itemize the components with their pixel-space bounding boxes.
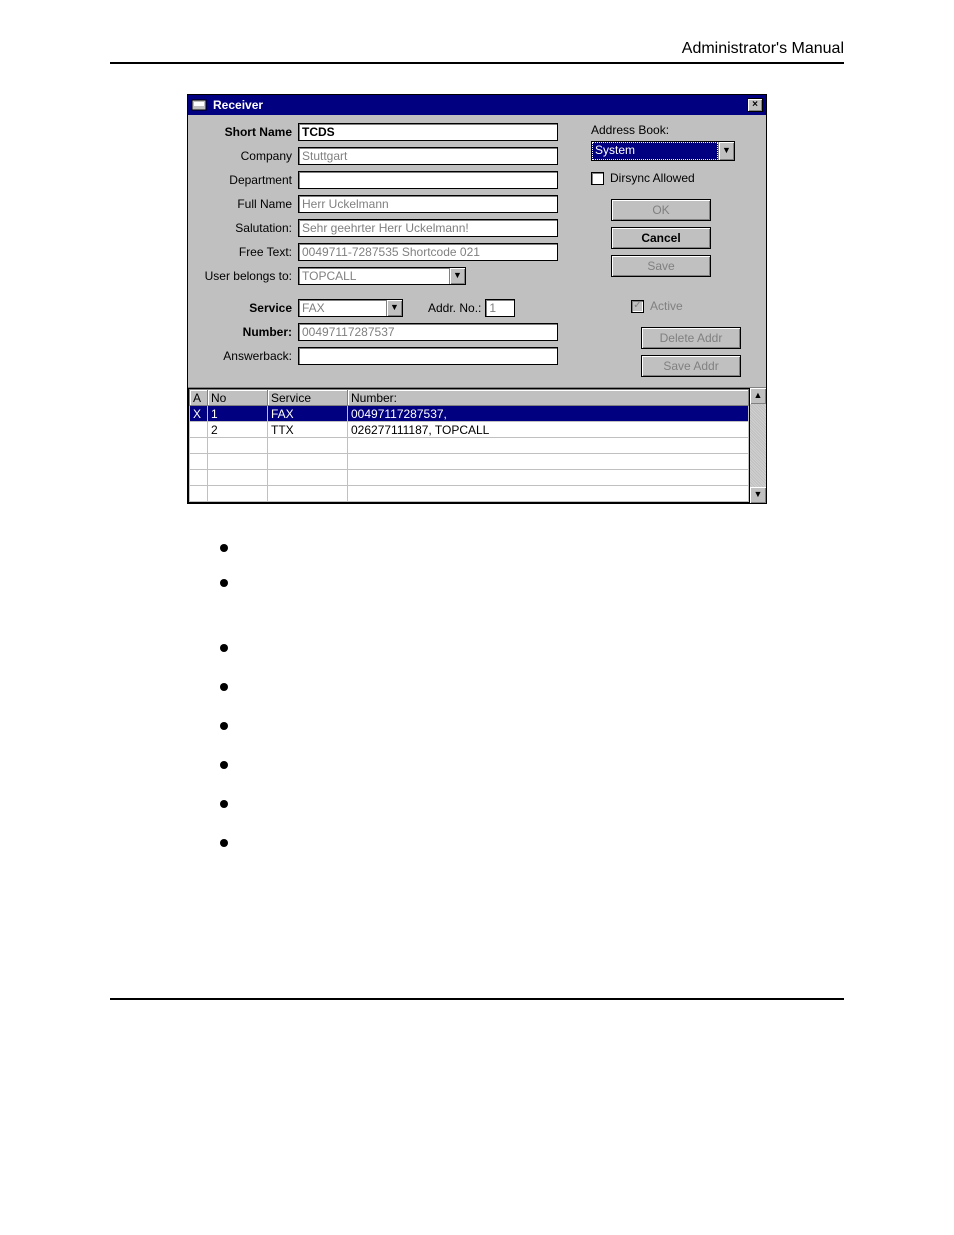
user-belongs-to-select[interactable]: TOPCALL ▼ (298, 267, 466, 285)
table-row[interactable] (190, 438, 749, 454)
dialog-title: Receiver (213, 98, 747, 112)
company-field[interactable]: Stuttgart (298, 147, 558, 165)
grid-cell (348, 470, 749, 486)
grid-cell (348, 454, 749, 470)
service-select[interactable]: FAX ▼ (298, 299, 403, 317)
salutation-field[interactable]: Sehr geehrter Herr Uckelmann! (298, 219, 558, 237)
label-dirsync: Dirsync Allowed (610, 171, 695, 185)
grid-scrollbar[interactable]: ▲ ▼ (750, 388, 766, 503)
save-button[interactable]: Save (611, 255, 711, 277)
bullet-icon (220, 722, 228, 730)
cancel-button[interactable]: Cancel (611, 227, 711, 249)
free-text-field[interactable]: 0049711-7287535 Shortcode 021 (298, 243, 558, 261)
grid-cell (348, 486, 749, 502)
delete-addr-button[interactable]: Delete Addr (641, 327, 741, 349)
grid-cell (190, 438, 208, 454)
titlebar: Receiver × (188, 95, 766, 115)
label-service: Service (196, 301, 292, 315)
label-full-name: Full Name (196, 197, 292, 211)
table-row[interactable]: 2TTX026277111187, TOPCALL (190, 422, 749, 438)
grid-cell (268, 486, 348, 502)
grid-cell (208, 470, 268, 486)
grid-cell (268, 438, 348, 454)
label-short-name: Short Name (196, 125, 292, 139)
grid-cell (208, 454, 268, 470)
bullet-list-2 (220, 644, 844, 878)
dropdown-arrow-icon: ▼ (449, 268, 465, 284)
answerback-field[interactable] (298, 347, 558, 365)
label-department: Department (196, 173, 292, 187)
dropdown-arrow-icon: ▼ (386, 300, 402, 316)
label-number: Number: (196, 325, 292, 339)
grid-cell (190, 486, 208, 502)
close-icon[interactable]: × (747, 98, 763, 112)
bullet-icon (220, 544, 228, 552)
grid-cell: 2 (208, 422, 268, 438)
grid-cell (190, 454, 208, 470)
label-active: Active (650, 299, 683, 313)
bullet-list-1 (220, 544, 844, 614)
ok-button[interactable]: OK (611, 199, 711, 221)
full-name-field[interactable]: Herr Uckelmann (298, 195, 558, 213)
grid-header-no[interactable]: No (208, 390, 268, 406)
address-grid[interactable]: A No Service Number: X1FAX00497117287537… (188, 387, 766, 503)
grid-cell (208, 438, 268, 454)
save-addr-button[interactable]: Save Addr (641, 355, 741, 377)
label-salutation: Salutation: (196, 221, 292, 235)
dirsync-checkbox[interactable] (591, 172, 604, 185)
grid-cell: FAX (268, 406, 348, 422)
grid-header-number[interactable]: Number: (348, 390, 749, 406)
grid-cell (190, 470, 208, 486)
grid-header-service[interactable]: Service (268, 390, 348, 406)
scroll-track[interactable] (750, 404, 766, 487)
user-belongs-to-value: TOPCALL (299, 268, 449, 284)
grid-cell: 1 (208, 406, 268, 422)
grid-cell: 00497117287537, (348, 406, 749, 422)
number-field[interactable]: 00497117287537 (298, 323, 558, 341)
bullet-icon (220, 839, 228, 847)
department-field[interactable] (298, 171, 558, 189)
grid-cell: 026277111187, TOPCALL (348, 422, 749, 438)
grid-cell (190, 422, 208, 438)
service-value: FAX (299, 300, 386, 316)
footer-divider (110, 998, 844, 1000)
scroll-up-icon[interactable]: ▲ (750, 388, 766, 404)
active-checkbox: ✓ (631, 300, 644, 313)
receiver-dialog: Receiver × Short Name TCDS Company Stutt… (187, 94, 767, 504)
grid-cell (268, 454, 348, 470)
address-book-value: System (592, 142, 718, 160)
bullet-icon (220, 683, 228, 691)
grid-cell: X (190, 406, 208, 422)
app-icon (191, 97, 207, 113)
label-answerback: Answerback: (196, 349, 292, 363)
label-company: Company (196, 149, 292, 163)
label-addr-no: Addr. No.: (428, 301, 481, 315)
label-user-belongs-to: User belongs to: (196, 269, 292, 283)
table-row[interactable] (190, 454, 749, 470)
grid-cell (208, 486, 268, 502)
bullet-icon (220, 761, 228, 769)
address-book-select[interactable]: System ▼ (591, 141, 735, 161)
table-row[interactable] (190, 486, 749, 502)
grid-cell (268, 470, 348, 486)
bullet-icon (220, 644, 228, 652)
label-free-text: Free Text: (196, 245, 292, 259)
addr-no-field[interactable]: 1 (485, 299, 515, 317)
dropdown-arrow-icon: ▼ (718, 142, 734, 160)
bullet-icon (220, 800, 228, 808)
bullet-icon (220, 579, 228, 587)
grid-cell: TTX (268, 422, 348, 438)
table-row[interactable] (190, 470, 749, 486)
table-row[interactable]: X1FAX00497117287537, (190, 406, 749, 422)
short-name-field[interactable]: TCDS (298, 123, 558, 141)
grid-cell (348, 438, 749, 454)
label-address-book: Address Book: (591, 123, 758, 137)
page-header-title: Administrator's Manual (682, 40, 844, 58)
grid-header-a[interactable]: A (190, 390, 208, 406)
scroll-down-icon[interactable]: ▼ (750, 487, 766, 503)
